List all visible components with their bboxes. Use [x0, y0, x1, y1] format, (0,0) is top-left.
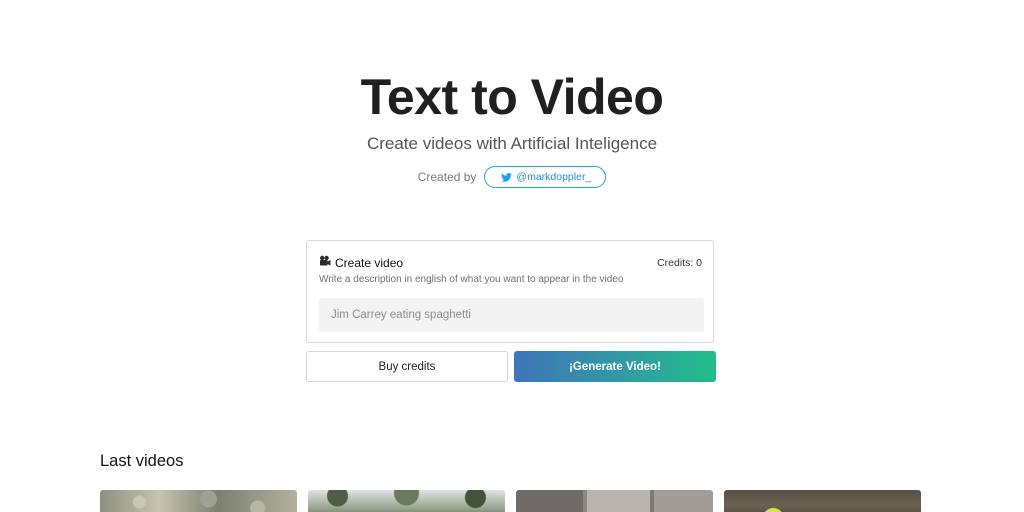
twitter-handle: @markdoppler_ — [516, 171, 592, 183]
card-title: Create video — [335, 255, 404, 270]
video-thumbnail[interactable] — [516, 490, 713, 512]
create-video-card: Create video Credits: 0 Write a descript… — [306, 240, 714, 343]
author-row: Created by @markdoppler_ — [0, 166, 1024, 188]
last-videos-heading: Last videos — [100, 452, 184, 470]
card-description: Write a description in english of what y… — [319, 274, 624, 285]
twitter-bird-icon — [501, 172, 513, 182]
card-header: Create video — [319, 255, 403, 270]
video-thumbnail[interactable] — [100, 490, 297, 512]
created-by-label: Created by — [417, 170, 477, 184]
video-camera-icon — [319, 255, 331, 270]
credits-count: Credits: 0 — [657, 257, 702, 269]
page-subtitle: Create videos with Artificial Inteligenc… — [366, 134, 658, 153]
video-prompt-input[interactable] — [319, 298, 704, 332]
video-thumbnail[interactable] — [308, 490, 505, 512]
generate-video-button[interactable]: ¡Generate Video! — [514, 351, 716, 382]
twitter-link-button[interactable]: @markdoppler_ — [484, 166, 607, 188]
last-videos-grid — [100, 490, 922, 512]
video-thumbnail[interactable] — [724, 490, 921, 512]
page: Text to Video Create videos with Artific… — [0, 0, 1024, 512]
buy-credits-button[interactable]: Buy credits — [306, 351, 508, 382]
page-title: Text to Video — [360, 69, 664, 125]
